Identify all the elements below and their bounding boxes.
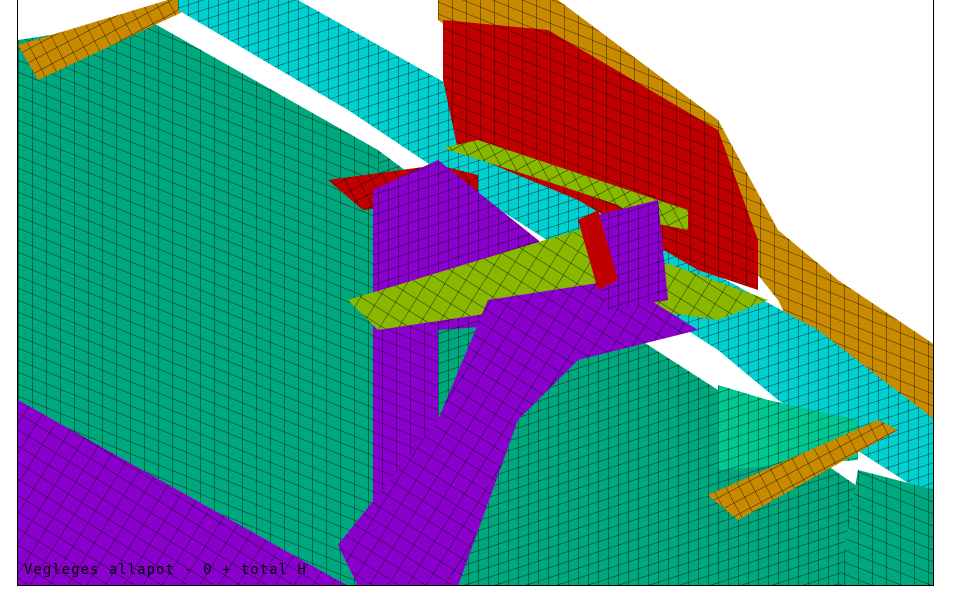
fe-model-viewport[interactable]: Vegleges allapot - 0 + total H (17, 0, 934, 586)
model-status-text: Vegleges allapot - 0 + total H (24, 562, 307, 578)
fe-mesh-canvas[interactable] (18, 0, 934, 586)
